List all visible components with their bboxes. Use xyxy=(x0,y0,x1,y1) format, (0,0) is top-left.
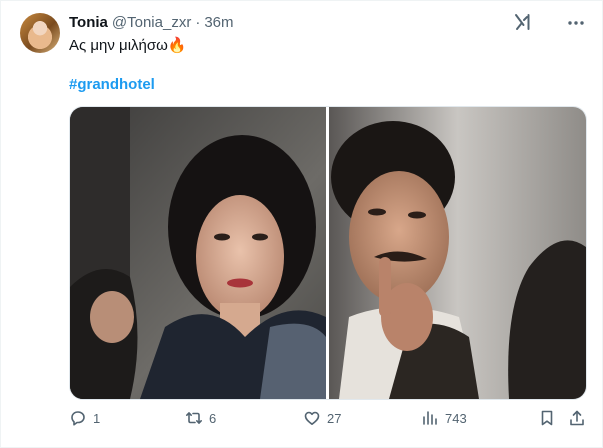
bookmark-icon xyxy=(541,410,553,426)
photo-man[interactable] xyxy=(329,107,586,399)
action-bar: 1 6 27 743 xyxy=(1,405,603,435)
author-name[interactable]: Tonia xyxy=(69,14,108,31)
avatar[interactable] xyxy=(20,13,60,53)
repost-count: 6 xyxy=(209,410,217,426)
repost-button[interactable]: 6 xyxy=(185,409,216,427)
tweet-header: Tonia @Tonia_zxr · 36m xyxy=(69,13,234,31)
like-button[interactable]: 27 xyxy=(303,409,341,427)
media-grid[interactable] xyxy=(69,106,587,400)
views-button[interactable]: 743 xyxy=(421,409,467,427)
like-icon xyxy=(304,411,320,425)
tweet-text: Ας μην μιλήσω🔥 xyxy=(69,37,187,54)
bookmark-button[interactable] xyxy=(538,409,556,427)
timestamp[interactable]: 36m xyxy=(204,14,233,31)
grok-icon[interactable] xyxy=(513,12,533,32)
share-button[interactable] xyxy=(568,409,586,427)
reply-count: 1 xyxy=(93,410,101,426)
repost-icon xyxy=(186,412,202,424)
views-count: 743 xyxy=(445,410,467,426)
reply-icon xyxy=(71,411,85,426)
reply-button[interactable]: 1 xyxy=(69,409,100,427)
views-icon xyxy=(423,411,437,425)
hashtag-link[interactable]: #grandhotel xyxy=(69,75,155,95)
separator-dot: · xyxy=(195,13,201,31)
more-icon[interactable] xyxy=(566,13,586,33)
photo-woman[interactable] xyxy=(70,107,326,399)
tweet-card[interactable]: Tonia @Tonia_zxr · 36m Ας μην μιλήσω🔥 #g… xyxy=(0,0,603,448)
author-handle[interactable]: @Tonia_zxr xyxy=(112,14,191,31)
like-count: 27 xyxy=(327,410,342,426)
share-icon xyxy=(570,410,584,426)
